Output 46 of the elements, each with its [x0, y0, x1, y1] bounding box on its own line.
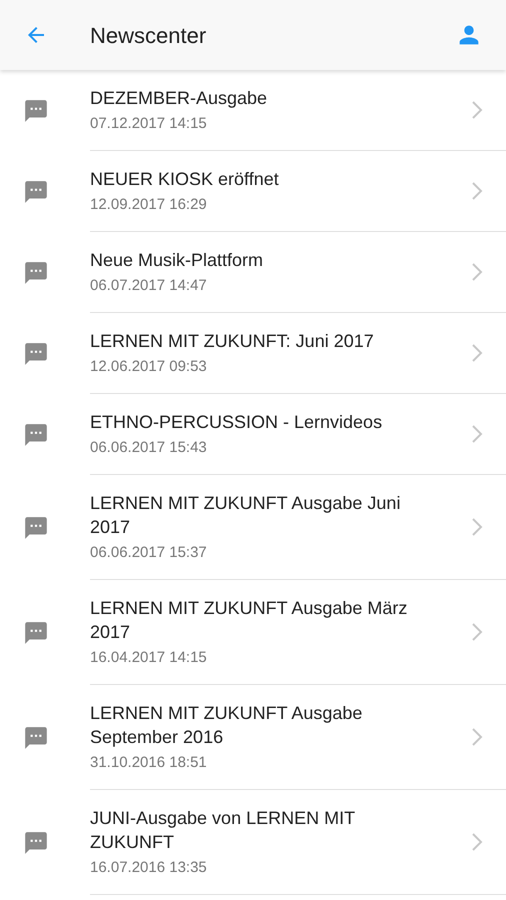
news-item[interactable]: LERNEN MIT ZUKUNFT: Juni 2017 12.06.2017 09:53 — [0, 313, 506, 394]
message-icon — [23, 422, 49, 448]
news-date: 16.07.2016 13:35 — [90, 858, 208, 878]
chevron-right-icon — [470, 621, 484, 643]
news-item[interactable]: DEZEMBER-Ausgabe 07.12.2017 14:15 — [0, 70, 506, 151]
message-icon — [23, 98, 49, 124]
news-date: 12.09.2017 16:29 — [90, 195, 208, 215]
chevron-right-icon — [470, 261, 484, 283]
header-title: Newscenter — [90, 22, 208, 50]
news-title: LERNEN MIT ZUKUNFT: Juni 2017 — [90, 330, 375, 353]
chevron-right-icon — [470, 342, 484, 364]
news-date: 06.07.2017 14:47 — [90, 276, 208, 296]
chevron-right-icon — [470, 423, 484, 445]
message-icon — [23, 724, 49, 750]
news-item[interactable]: Neue Musik-Plattform 06.07.2017 14:47 — [0, 232, 506, 313]
chevron-right-icon — [470, 99, 484, 121]
news-title: ETHNO-PERCUSSION - Lernvideos — [90, 411, 384, 434]
news-title: DEZEMBER-Ausgabe — [90, 87, 268, 110]
message-icon — [23, 514, 49, 540]
news-item[interactable]: LERNEN MIT ZUKUNFT Ausgabe Juni 2017 06.06.2017 15:37 — [0, 475, 506, 580]
message-icon — [23, 830, 49, 856]
news-date: 07.12.2017 14:15 — [90, 114, 208, 134]
news-date: 12.06.2017 09:53 — [90, 357, 208, 377]
news-title: LERNEN MIT ZUKUNFT Ausgabe März 2017 — [90, 597, 408, 644]
news-title: JUNI-Ausgabe von LERNEN MIT ZUKUNFT — [90, 807, 356, 854]
message-icon — [23, 340, 49, 366]
news-date: 16.04.2017 14:15 — [90, 648, 208, 668]
news-item[interactable]: LERNEN MIT ZUKUNFT Ausgabe März 2017 16.04.2017 14:15 — [0, 580, 506, 685]
news-date: 06.06.2017 15:37 — [90, 543, 208, 563]
news-date: 06.06.2017 15:43 — [90, 438, 208, 458]
news-item[interactable]: ETHNO-PERCUSSION - Lernvideos 06.06.2017 15:43 — [0, 394, 506, 475]
news-title: Neue Musik-Plattform — [90, 249, 264, 272]
chevron-right-icon — [470, 831, 484, 853]
message-icon — [23, 178, 49, 204]
chevron-right-icon — [470, 726, 484, 748]
chevron-right-icon — [470, 180, 484, 202]
news-item[interactable]: LERNEN MIT ZUKUNFT Ausgabe September 2016 31.10.2016 18:51 — [0, 685, 506, 790]
chevron-right-icon — [470, 516, 484, 538]
news-item[interactable]: NEUER KIOSK eröffnet 12.09.2017 16:29 — [0, 151, 506, 232]
news-item[interactable]: JUNI-Ausgabe von LERNEN MIT ZUKUNFT 16.07.2016 13:35 — [0, 790, 506, 895]
message-icon — [23, 260, 49, 286]
news-date: 31.10.2016 18:51 — [90, 753, 208, 773]
news-title: NEUER KIOSK eröffnet — [90, 168, 280, 191]
news-title: LERNEN MIT ZUKUNFT Ausgabe September 2016 — [90, 702, 364, 749]
news-title: LERNEN MIT ZUKUNFT Ausgabe Juni 2017 — [90, 492, 402, 539]
message-icon — [23, 620, 49, 646]
